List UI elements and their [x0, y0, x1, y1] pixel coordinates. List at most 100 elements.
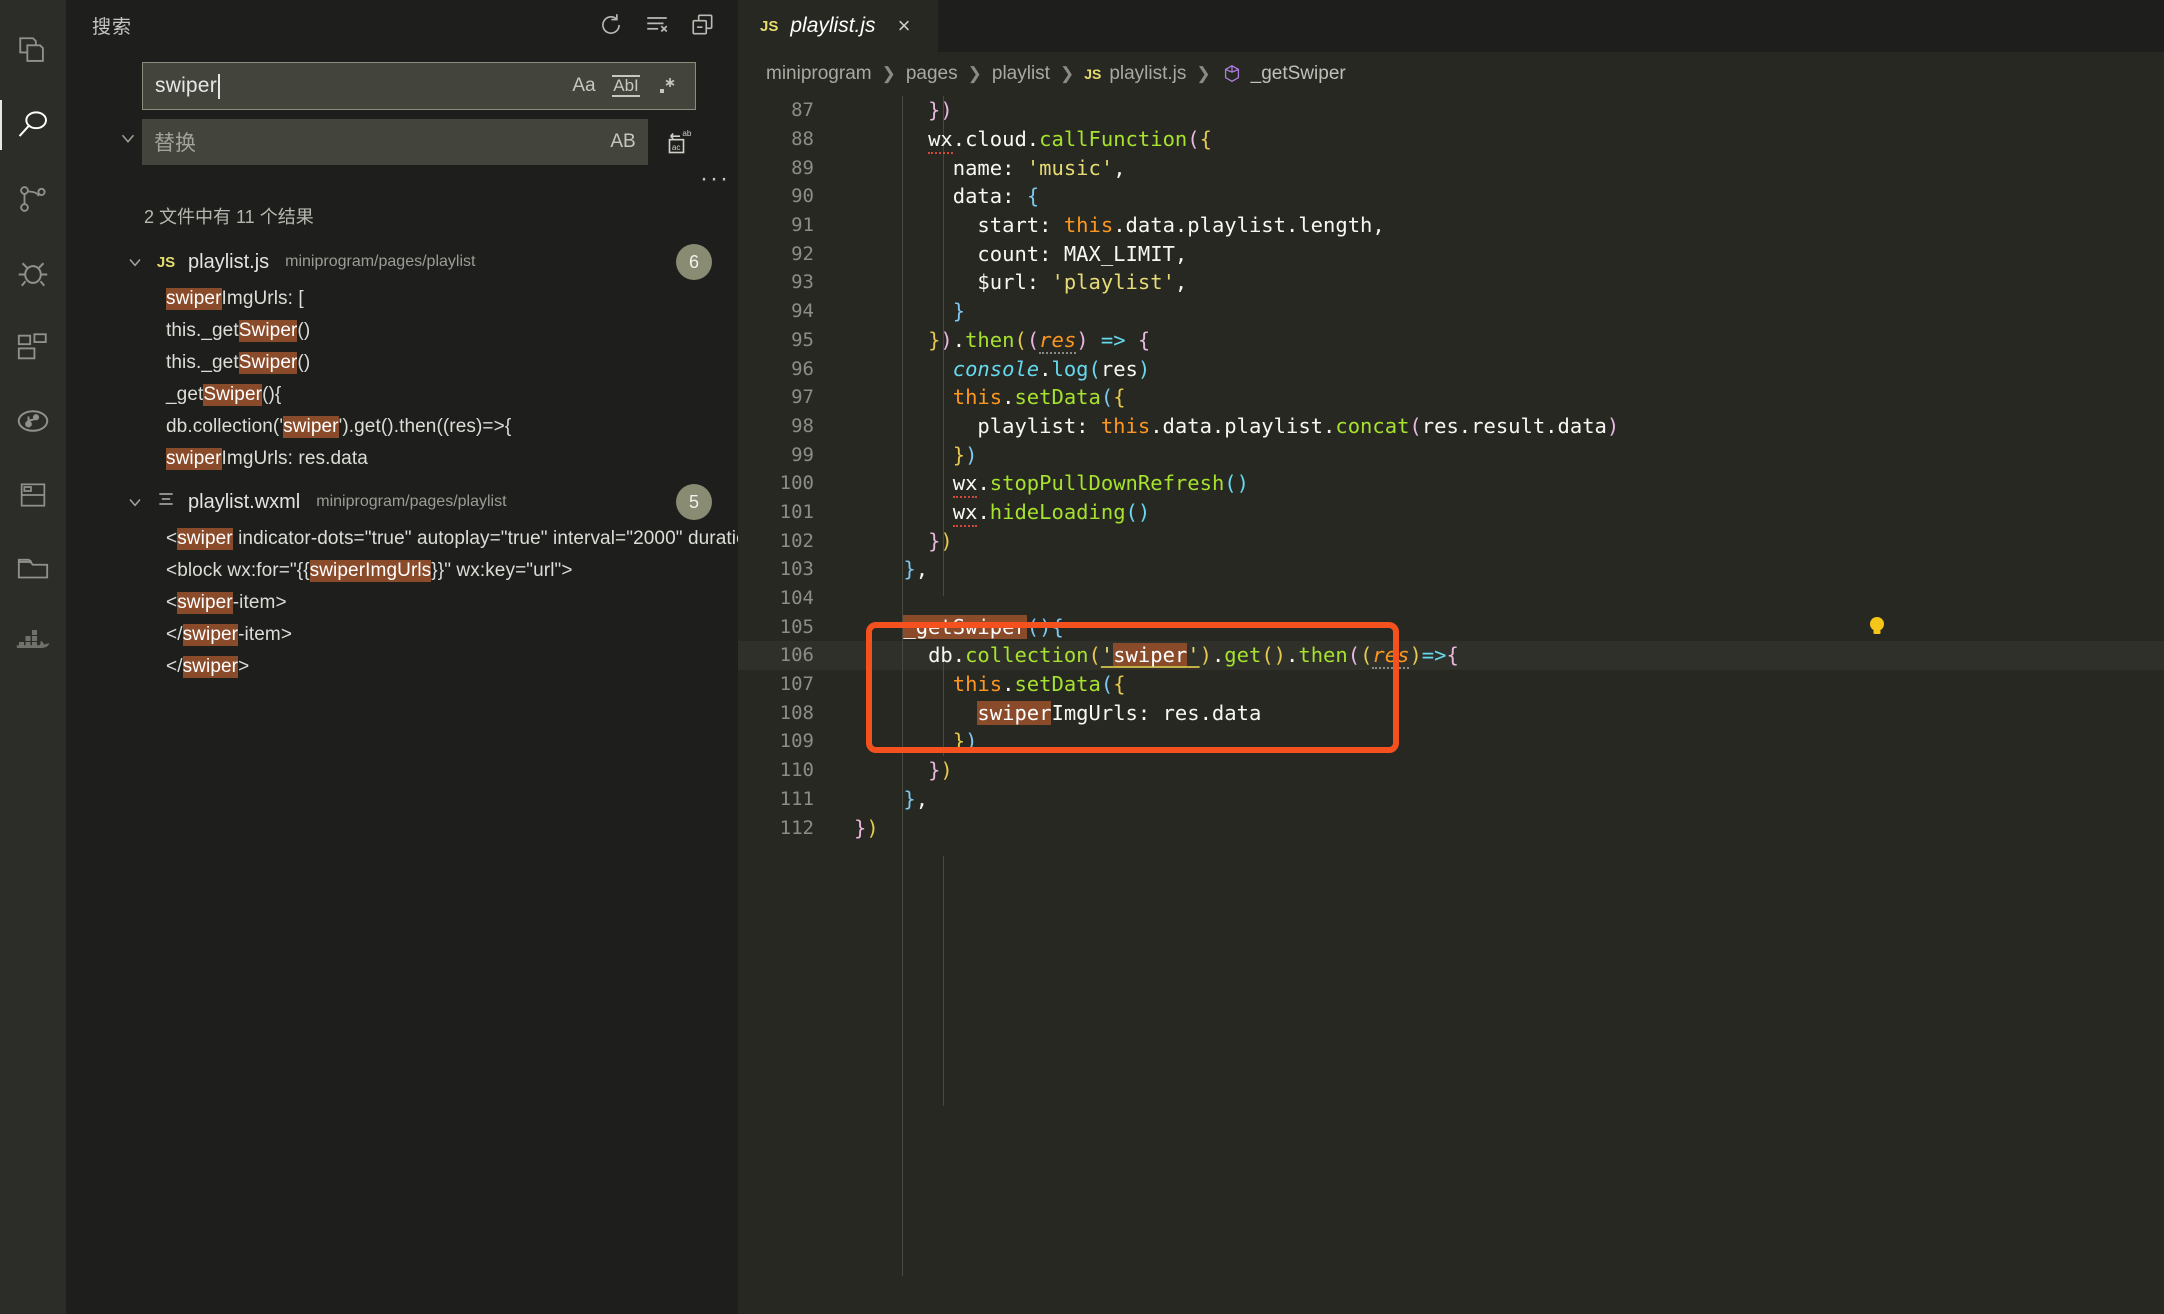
breadcrumb-item-miniprogram[interactable]: miniprogram	[766, 63, 872, 85]
activity-item-extensions[interactable]	[0, 310, 66, 384]
test-beaker-icon	[17, 479, 49, 511]
indent-guide	[943, 856, 944, 1106]
search-match-row[interactable]: this._get Swiper()	[66, 347, 738, 379]
code-line-103: 103 },	[738, 555, 2164, 584]
clear-search-results-icon[interactable]	[644, 12, 670, 38]
code-line-112: 112 })	[738, 813, 2164, 842]
line-number: 111	[779, 787, 814, 810]
activity-item-run-debug[interactable]	[0, 236, 66, 310]
preserve-case-toggle[interactable]: AB	[608, 127, 638, 157]
match-case-toggle[interactable]: Aa	[569, 71, 599, 101]
line-content: }	[952, 299, 966, 324]
line-content: })	[928, 758, 953, 783]
search-match-row[interactable]: </swiper >	[66, 651, 738, 683]
line-content: playlist: this.data.playlist.concat(res.…	[977, 413, 1620, 438]
breadcrumb-item-symbol[interactable]: _getSwiper	[1251, 63, 1346, 85]
search-match-row[interactable]: < swiper -item>	[66, 587, 738, 619]
search-sidebar: 搜索 swiper Aa AbI 替换 AB ac ab ··· 2 文件中有 …	[66, 0, 805, 1314]
svg-text:ac: ac	[672, 143, 681, 152]
activity-item-search[interactable]	[0, 88, 66, 162]
line-number: 100	[779, 472, 814, 495]
match-hit: swiper	[177, 592, 233, 614]
line-content: count: MAX_LIMIT,	[977, 241, 1188, 266]
match-hit: swiper	[182, 624, 239, 646]
match-post: ImgUrls: res.data	[221, 448, 368, 469]
line-number: 97	[791, 386, 814, 409]
match-post: ()	[297, 320, 311, 341]
file-path: miniprogram/pages/playlist	[316, 493, 507, 510]
match-whole-word-toggle[interactable]: AbI	[611, 71, 641, 101]
sidebar-header: 搜索	[66, 0, 738, 50]
search-result-file-row[interactable]: playlist.wxml miniprogram/pages/playlist…	[66, 481, 738, 523]
close-icon[interactable]: ×	[898, 15, 911, 37]
search-match-row[interactable]: _get Swiper(){	[66, 379, 738, 411]
toggle-search-details-button[interactable]: ···	[700, 167, 730, 191]
search-match-row[interactable]: swiper ImgUrls: res.data	[66, 443, 738, 475]
js-file-icon: JS	[156, 253, 176, 271]
match-count-badge: 6	[676, 244, 712, 280]
use-regex-toggle[interactable]	[653, 71, 683, 101]
search-match-row[interactable]: db.collection(' swiper ').get().then((res)…	[66, 411, 738, 443]
more-actions-row: ···	[142, 165, 728, 199]
activity-item-docker[interactable]	[0, 606, 66, 680]
line-number: 102	[779, 529, 814, 552]
match-pre: this._get	[166, 352, 239, 373]
line-number: 108	[779, 701, 814, 724]
match-post: -item>	[238, 624, 293, 645]
search-match-row[interactable]: </swiper -item>	[66, 619, 738, 651]
line-content: })	[928, 528, 953, 553]
code-line-104: 104	[738, 584, 2164, 613]
line-number: 101	[779, 500, 814, 523]
match-pre: </	[166, 624, 183, 645]
activity-item-source-control[interactable]	[0, 162, 66, 236]
search-match-row[interactable]: swiper ImgUrls: [	[66, 283, 738, 315]
search-input[interactable]: swiper Aa AbI	[142, 62, 696, 110]
search-input-value-wrap: swiper	[155, 73, 569, 99]
line-number: 89	[791, 156, 814, 179]
git-graph-icon	[15, 403, 51, 439]
code-line-108: 108 swiperImgUrls: res.data	[738, 698, 2164, 727]
breadcrumb-item-file[interactable]: playlist.js	[1109, 63, 1186, 85]
vscode-window: 搜索 swiper Aa AbI 替换 AB ac ab ··· 2 文件中有 …	[0, 0, 2164, 1314]
toggle-replace-chevron-icon[interactable]	[114, 124, 142, 152]
breadcrumb-item-playlist[interactable]: playlist	[992, 63, 1050, 85]
search-result-file-row[interactable]: JS playlist.js miniprogram/pages/playlis…	[66, 241, 738, 283]
activity-item-folder[interactable]	[0, 532, 66, 606]
refresh-icon[interactable]	[598, 12, 624, 38]
line-content: })	[952, 729, 978, 754]
activity-item-git-graph[interactable]	[0, 384, 66, 458]
line-number: 91	[791, 214, 814, 237]
line-number: 106	[779, 644, 814, 667]
debug-icon	[15, 255, 51, 291]
chevron-down-icon[interactable]	[122, 492, 148, 512]
line-content: swiperImgUrls: res.data	[977, 700, 1262, 725]
activity-item-explorer[interactable]	[0, 14, 66, 88]
search-fields: swiper Aa AbI 替换 AB ac ab ···	[142, 50, 728, 199]
line-content: })	[854, 98, 953, 123]
line-number: 94	[791, 300, 814, 323]
tab-bar-filler	[938, 0, 2164, 52]
line-number: 88	[791, 128, 814, 151]
search-match-row[interactable]: this._get Swiper()	[66, 315, 738, 347]
search-match-row[interactable]: <block wx:for="{{swiperImgUrls}}" wx:key…	[66, 555, 738, 587]
search-result-summary: 2 文件中有 11 个结果	[144, 207, 314, 227]
replace-input[interactable]: 替换 AB	[142, 119, 648, 165]
match-count-badge: 5	[676, 484, 712, 520]
code-line-91: 91 start: this.data.playlist.length,	[738, 211, 2164, 240]
breadcrumb-item-pages[interactable]: pages	[906, 63, 958, 85]
js-file-icon: JS	[1084, 66, 1102, 82]
code-line-97: 97 this.setData({	[738, 383, 2164, 412]
search-match-row[interactable]: < swiper indicator-dots="true" autoplay="…	[66, 523, 805, 555]
lightbulb-quickfix-icon[interactable]	[1866, 614, 1888, 640]
source-control-icon	[16, 182, 50, 216]
collapse-all-icon[interactable]	[690, 12, 716, 38]
search-input-options: Aa AbI	[569, 71, 689, 101]
line-content: this.setData({	[952, 672, 1126, 697]
xml-file-icon	[154, 489, 178, 515]
match-post: ').get().then((res)=>{	[338, 416, 512, 437]
code-editor[interactable]: 87 }) 88 wx.cloud.callFunction({ 89 name…	[738, 96, 2164, 1314]
chevron-down-icon[interactable]	[122, 252, 148, 272]
replace-all-button[interactable]: ac ab	[664, 119, 696, 165]
editor-tab-playlist-js[interactable]: JS playlist.js ×	[738, 0, 938, 52]
activity-item-test[interactable]	[0, 458, 66, 532]
